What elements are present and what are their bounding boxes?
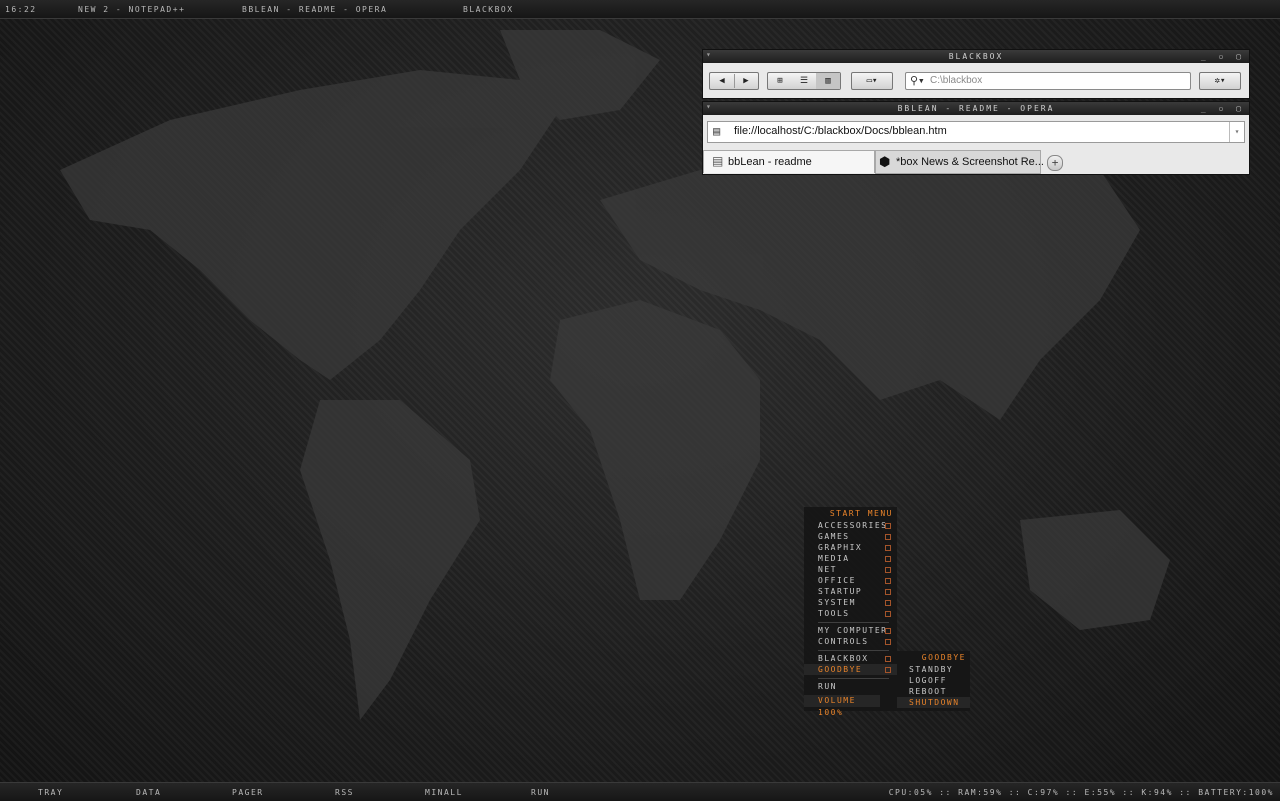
minall-button[interactable]: MINALL: [425, 788, 463, 797]
menu-item-label: MEDIA: [818, 554, 850, 563]
forward-icon[interactable]: ▶: [734, 73, 758, 89]
bottom-toolbar: TRAY DATA PAGER RSS MINALL RUN CPU:05% :…: [0, 782, 1280, 801]
menu-item-label: GOODBYE: [818, 665, 863, 674]
pager-button[interactable]: PAGER: [232, 788, 264, 797]
menu-item[interactable]: GRAPHIX: [804, 542, 897, 553]
new-tab-icon[interactable]: +: [1047, 155, 1063, 171]
menu-item[interactable]: OFFICE: [804, 575, 897, 586]
opera-window: ▾ BBLEAN - README - OPERA _ ▫ ▢ ▤ file:/…: [702, 101, 1250, 175]
tab-box-news[interactable]: ⬢ *box News & Screenshot Re...: [875, 150, 1044, 174]
submenu-icon: [885, 523, 891, 529]
task-notepad[interactable]: NEW 2 - NOTEPAD++: [78, 5, 185, 14]
nav-buttons: ◀ ▶: [709, 72, 759, 90]
goodbye-menu: GOODBYE STANDBY LOGOFF REBOOT SHUTDOWN: [897, 651, 970, 711]
menu-item-label: GRAPHIX: [818, 543, 863, 552]
menu-item[interactable]: ACCESSORIES: [804, 520, 897, 531]
page-icon: ▤: [712, 154, 724, 168]
submenu-icon: [885, 567, 891, 573]
tray-button[interactable]: TRAY: [38, 788, 63, 797]
menu-item-label: CONTROLS: [818, 637, 869, 646]
task-opera[interactable]: BBLEAN - README - OPERA: [242, 5, 387, 14]
list-view-icon[interactable]: ☰: [792, 73, 816, 89]
thumbnails-view-icon[interactable]: ⊞: [768, 73, 792, 89]
menu-item-label: SYSTEM: [818, 598, 856, 607]
menu-item-label: MY COMPUTER: [818, 626, 888, 635]
volume-slider[interactable]: VOLUME 100%: [804, 695, 880, 717]
start-menu-title: START MENU: [829, 509, 893, 518]
menu-item-run[interactable]: RUN: [804, 681, 897, 692]
window-buttons[interactable]: _ ▫ ▢: [1201, 50, 1245, 63]
columns-view-icon[interactable]: ▥: [816, 73, 840, 89]
explorer-titlebar[interactable]: ▾ BLACKBOX _ ▫ ▢: [703, 50, 1249, 63]
menu-item[interactable]: SYSTEM: [804, 597, 897, 608]
submenu-icon: [885, 556, 891, 562]
menu-item-label: TOOLS: [818, 609, 850, 618]
menu-item-label: STARTUP: [818, 587, 863, 596]
search-icon: ⚲▾: [910, 74, 925, 87]
run-button[interactable]: RUN: [531, 788, 550, 797]
submenu-icon: [885, 545, 891, 551]
address-dropdown-icon[interactable]: ▾: [1229, 122, 1244, 142]
view-menu-icon: ▭▾: [866, 76, 878, 86]
submenu-icon: [885, 628, 891, 634]
submenu-icon: [885, 611, 891, 617]
opera-body: ▤ file://localhost/C:/blackbox/Docs/bble…: [703, 115, 1249, 174]
menu-item-label: ACCESSORIES: [818, 521, 888, 530]
menu-item-shutdown[interactable]: SHUTDOWN: [897, 697, 970, 708]
box-icon: ⬢: [879, 154, 891, 169]
data-button[interactable]: DATA: [136, 788, 161, 797]
opera-titlebar[interactable]: ▾ BBLEAN - README - OPERA _ ▫ ▢: [703, 102, 1249, 115]
submenu-icon: [885, 534, 891, 540]
menu-item-label: OFFICE: [818, 576, 856, 585]
menu-item-reboot[interactable]: REBOOT: [897, 686, 970, 697]
clock: 16:22: [5, 5, 37, 14]
menu-item[interactable]: NET: [804, 564, 897, 575]
settings-button[interactable]: ✲▾: [1199, 72, 1241, 90]
menu-item[interactable]: GAMES: [804, 531, 897, 542]
system-info: CPU:05% :: RAM:59% :: C:97% :: E:55% :: …: [888, 788, 1274, 797]
rss-button[interactable]: RSS: [335, 788, 354, 797]
top-toolbar: 16:22 NEW 2 - NOTEPAD++ BBLEAN - README …: [0, 0, 1280, 19]
menu-item-label: BLACKBOX: [818, 654, 869, 663]
menu-item-label: GAMES: [818, 532, 850, 541]
explorer-title: BLACKBOX: [948, 52, 1004, 61]
submenu-icon: [885, 639, 891, 645]
goodbye-menu-title: GOODBYE: [921, 653, 966, 662]
back-icon[interactable]: ◀: [710, 73, 734, 89]
menu-item[interactable]: STARTUP: [804, 586, 897, 597]
start-menu: START MENU ACCESSORIES GAMES GRAPHIX MED…: [804, 507, 897, 717]
task-blackbox[interactable]: BLACKBOX: [463, 5, 514, 14]
address-url: file://localhost/C:/blackbox/Docs/bblean…: [734, 125, 947, 137]
menu-item-label: RUN: [818, 682, 837, 691]
menu-item[interactable]: TOOLS: [804, 608, 897, 619]
search-field[interactable]: ⚲▾ C:\blackbox: [905, 72, 1191, 90]
window-buttons[interactable]: _ ▫ ▢: [1201, 102, 1245, 115]
submenu-icon: [885, 589, 891, 595]
view-menu-button[interactable]: ▭▾: [851, 72, 893, 90]
explorer-window: ▾ BLACKBOX _ ▫ ▢ ◀ ▶ ⊞ ☰ ▥ ▭▾ ⚲▾ C:\blac…: [702, 49, 1250, 99]
view-buttons: ⊞ ☰ ▥: [767, 72, 841, 90]
opera-title: BBLEAN - README - OPERA: [897, 104, 1055, 113]
menu-item-logoff[interactable]: LOGOFF: [897, 675, 970, 686]
menu-item[interactable]: CONTROLS: [804, 636, 897, 647]
menu-item[interactable]: MY COMPUTER: [804, 625, 897, 636]
tab-label: bbLean - readme: [728, 156, 812, 168]
window-menu-icon[interactable]: ▾: [706, 48, 713, 61]
submenu-icon: [885, 600, 891, 606]
menu-item-standby[interactable]: STANDBY: [897, 664, 970, 675]
tab-bblean-readme[interactable]: ▤ bbLean - readme: [703, 150, 875, 173]
page-icon: ▤: [713, 124, 721, 138]
submenu-icon: [885, 667, 891, 673]
submenu-icon: [885, 578, 891, 584]
tab-label: *box News & Screenshot Re...: [896, 156, 1044, 168]
submenu-icon: [885, 656, 891, 662]
settings-icon: ✲▾: [1214, 76, 1226, 86]
window-menu-icon[interactable]: ▾: [706, 100, 713, 113]
menu-item-goodbye[interactable]: GOODBYE: [804, 664, 897, 675]
menu-item[interactable]: BLACKBOX: [804, 653, 897, 664]
search-placeholder: C:\blackbox: [930, 75, 983, 86]
address-bar[interactable]: ▤ file://localhost/C:/blackbox/Docs/bble…: [707, 121, 1245, 143]
menu-item-label: NET: [818, 565, 837, 574]
menu-item[interactable]: MEDIA: [804, 553, 897, 564]
